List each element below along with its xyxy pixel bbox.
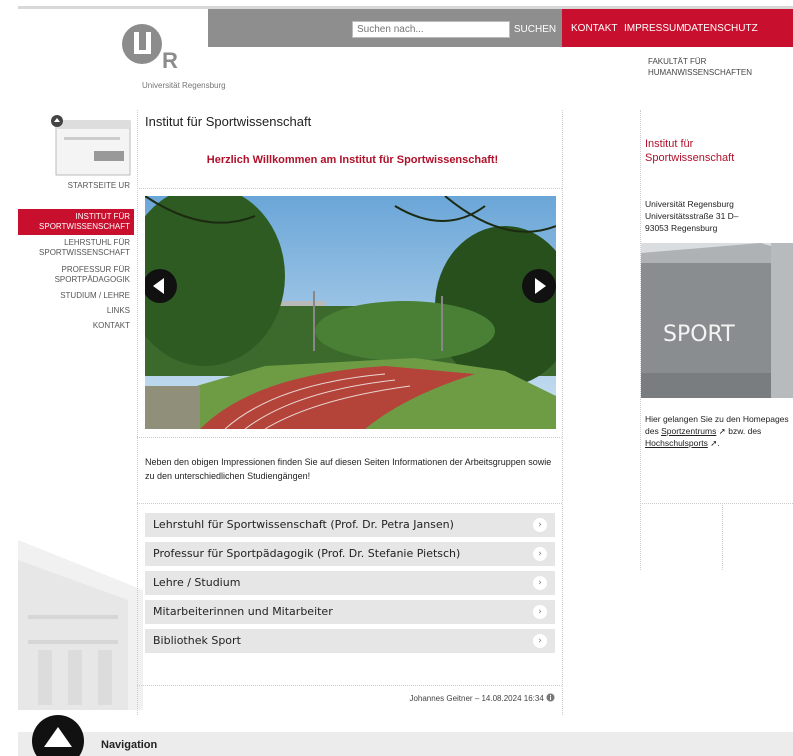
last-modified-text: Johannes Geitner – 14.08.2024 16:34 [409, 694, 544, 703]
home-monitor-icon[interactable] [50, 115, 132, 177]
aside-text-end: . [717, 438, 720, 448]
sidebar-item-lehrstuhl[interactable]: LEHRSTUHL FÜR SPORTWISSENSCHAFT [39, 238, 130, 258]
accordion-item-bibliothek[interactable]: Bibliothek Sport › [145, 629, 555, 653]
welcome-heading: Herzlich Willkommen am Institut für Spor… [206, 154, 499, 166]
link-hochschulsport[interactable]: Hochschulsports [645, 438, 708, 448]
chevron-right-icon: › [533, 634, 547, 648]
accordion-label: Bibliothek Sport [153, 634, 241, 647]
sport-building-image: SPORT [641, 243, 793, 398]
image-slider[interactable] [145, 196, 556, 429]
intro-text: Neben den obigen Impressionen finden Sie… [145, 457, 552, 481]
address-line: Universitätsstraße 31 D– [645, 211, 739, 221]
sport-sign-text: SPORT [663, 322, 735, 347]
column-divider [722, 505, 723, 570]
row-divider [640, 503, 793, 504]
link-sportzentrum[interactable]: Sportzentrums [661, 426, 716, 436]
sidebar-item-studium[interactable]: STUDIUM / LEHRE [60, 291, 130, 301]
sidebar-item-label: LINKS [106, 306, 130, 315]
link-kontakt[interactable]: KONTAKT [571, 23, 617, 34]
background-building-image [18, 540, 143, 710]
faculty-line-1: FAKULTÄT FÜR [648, 57, 707, 66]
aside-links-text: Hier gelangen Sie zu den Homepages des S… [645, 413, 793, 449]
accordion-item-professur[interactable]: Professur für Sportpädagogik (Prof. Dr. … [145, 542, 555, 566]
chevron-right-icon: › [533, 518, 547, 532]
sidebar-item-label: PROFESSUR FÜR [61, 265, 130, 274]
sidebar-item-label: STUDIUM / LEHRE [60, 291, 130, 300]
navigation-toggle-button[interactable] [32, 715, 84, 756]
sidebar-item-institut[interactable]: INSTITUT FÜR SPORTWISSENSCHAFT [18, 209, 134, 235]
sidebar-item-kontakt[interactable]: KONTAKT [93, 321, 130, 331]
aside-address: Universität Regensburg Universitätsstraß… [645, 198, 793, 234]
link-datenschutz[interactable]: DATENSCHUTZ [684, 23, 758, 34]
sidebar-item-label: SPORTPÄDAGOGIK [54, 275, 130, 284]
link-impressum[interactable]: IMPRESSUM [624, 23, 685, 34]
chevron-right-icon: › [533, 547, 547, 561]
slider-prev-button[interactable] [145, 269, 177, 303]
sidebar-item-label: SPORTWISSENSCHAFT [39, 222, 130, 231]
arrow-up-icon [44, 727, 72, 747]
sidebar-item-links[interactable]: LINKS [107, 306, 130, 316]
row-divider [137, 503, 562, 504]
page: SUCHEN KONTAKT IMPRESSUM DATENSCHUTZ R U… [0, 0, 793, 756]
faculty-line-2: HUMANWISSENSCHAFTEN [648, 68, 753, 77]
sidebar-item-label: KONTAKT [92, 321, 130, 330]
column-divider [562, 110, 563, 715]
search-button[interactable]: SUCHEN [512, 21, 558, 38]
address-line: 93053 Regensburg [645, 223, 718, 233]
logo-subtitle: Universität Regensburg [142, 81, 226, 90]
slider-next-button[interactable] [522, 269, 556, 303]
accordion-label: Professur für Sportpädagogik (Prof. Dr. … [153, 547, 461, 560]
last-modified-note: Johannes Geitner – 14.08.2024 16:34 [300, 693, 555, 703]
chevron-right-icon: › [533, 605, 547, 619]
slider-image [145, 196, 556, 429]
navigation-label[interactable]: Navigation [101, 739, 157, 751]
top-link-bar: KONTAKT IMPRESSUM DATENSCHUTZ [562, 9, 793, 47]
search-input[interactable] [352, 21, 510, 38]
address-line: Universität Regensburg [645, 199, 734, 209]
accordion-label: Mitarbeiterinnen und Mitarbeiter [153, 605, 333, 618]
row-divider [137, 188, 562, 189]
accordion-label: Lehrstuhl für Sportwissenschaft (Prof. D… [153, 518, 454, 531]
sidebar-item-label: INSTITUT FÜR [75, 212, 130, 221]
external-link-icon: ➚ [707, 438, 718, 448]
accordion-item-lehrstuhl[interactable]: Lehrstuhl für Sportwissenschaft (Prof. D… [145, 513, 555, 537]
sidebar-item-label: SPORTWISSENSCHAFT [39, 248, 130, 257]
aside-title: Institut für Sportwissenschaft [645, 138, 735, 164]
accordion-item-lehre[interactable]: Lehre / Studium › [145, 571, 555, 595]
chevron-right-icon: › [533, 576, 547, 590]
arrow-left-icon [145, 270, 176, 302]
row-divider [137, 437, 562, 438]
sidebar-item-professur[interactable]: PROFESSUR FÜR SPORTPÄDAGOGIK [55, 265, 130, 285]
aside-text-mid: bzw. des [728, 426, 762, 436]
row-divider [137, 685, 562, 686]
svg-text:R: R [162, 48, 178, 73]
accordion-label: Lehre / Studium [153, 576, 241, 589]
external-link-icon: ➚ [716, 426, 729, 436]
column-divider [137, 110, 138, 715]
page-title: Institut für Sportwissenschaft [145, 114, 312, 129]
accordion-item-mitarbeiter[interactable]: Mitarbeiterinnen und Mitarbeiter › [145, 600, 555, 624]
university-logo[interactable]: R [120, 18, 200, 74]
arrow-right-icon [523, 270, 555, 302]
info-icon[interactable] [546, 693, 555, 702]
faculty-label[interactable]: FAKULTÄT FÜR HUMANWISSENSCHAFTEN [648, 56, 752, 78]
sidebar-home-link[interactable]: STARTSEITE UR [40, 181, 130, 190]
sidebar-item-label: LEHRSTUHL FÜR [64, 238, 130, 247]
